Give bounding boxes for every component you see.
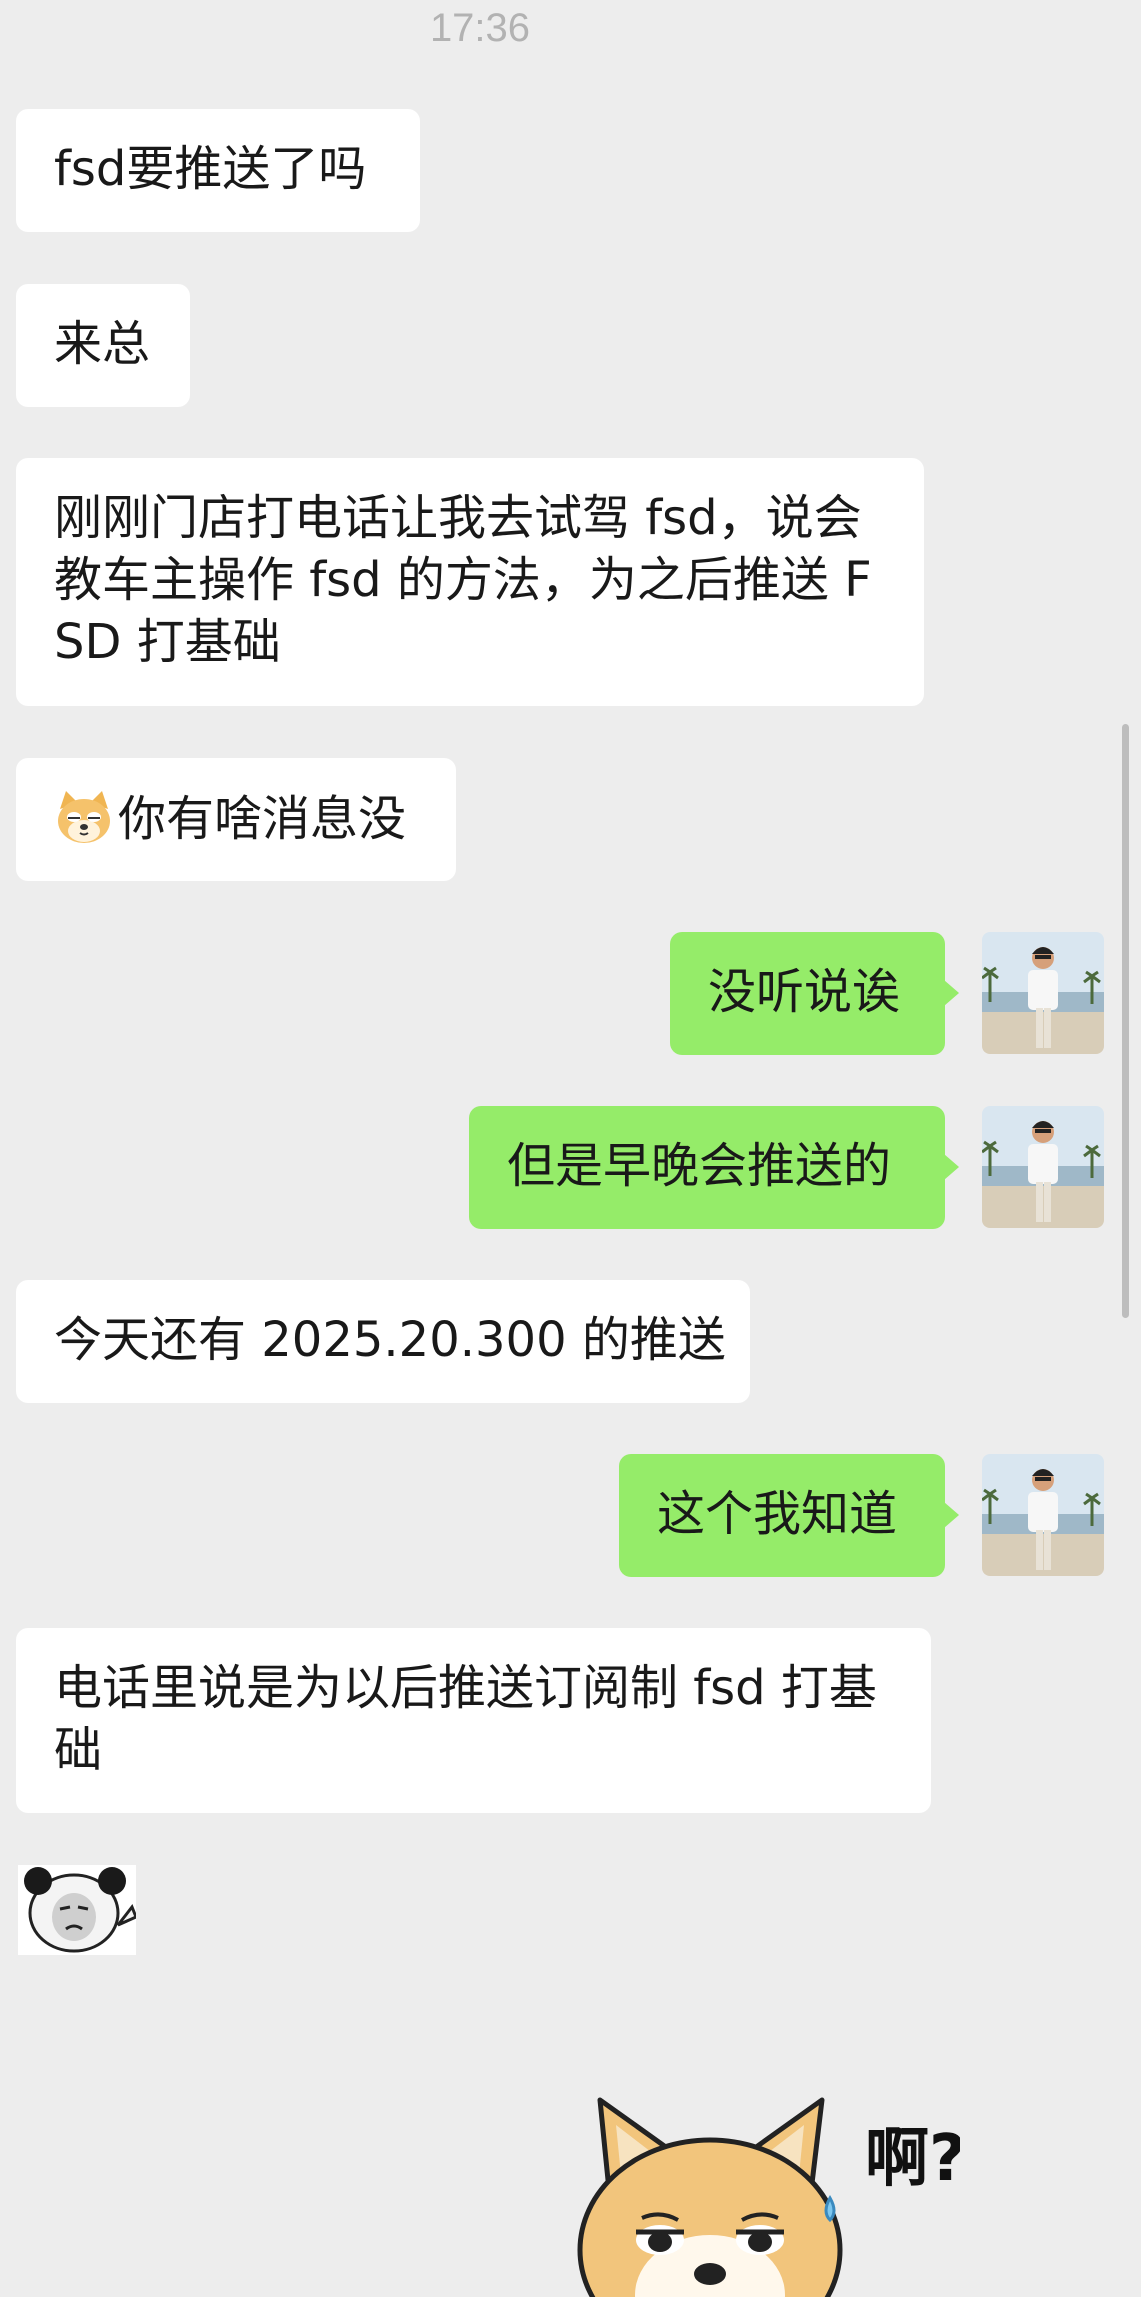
user-avatar[interactable] — [982, 1106, 1104, 1228]
message-text: 今天还有 2025.20.300 的推送 — [54, 1312, 726, 1368]
message-bubble-outgoing[interactable]: 但是早晚会推送的 — [469, 1106, 959, 1229]
message-text: 没听说诶 — [708, 964, 901, 1020]
message-text: 这个我知道 — [657, 1486, 898, 1542]
message-bubble-incoming[interactable]: fsd要推送了吗 — [16, 109, 420, 232]
doge-face-icon — [54, 787, 114, 847]
message-bubble-incoming[interactable]: 你有啥消息没 — [16, 758, 456, 881]
doge-surprised-sticker[interactable]: 啊?! — [560, 2080, 960, 2297]
message-bubble-outgoing[interactable]: 这个我知道 — [619, 1454, 959, 1577]
message-text: 但是早晚会推送的 — [507, 1138, 892, 1194]
message-timestamp: 17:36 — [429, 6, 531, 50]
message-text: 电话里说是为以后推送订阅制 fsd 打基础 — [54, 1660, 877, 1778]
message-bubble-incoming[interactable]: 来总 — [16, 284, 190, 407]
message-text: fsd要推送了吗 — [54, 141, 367, 197]
message-bubble-outgoing[interactable]: 没听说诶 — [670, 932, 959, 1055]
user-avatar[interactable] — [982, 932, 1104, 1054]
chat-scrollbar[interactable] — [1122, 724, 1129, 1318]
message-text: 来总 — [54, 316, 151, 372]
message-bubble-incoming[interactable]: 电话里说是为以后推送订阅制 fsd 打基础 — [16, 1628, 931, 1813]
message-text: 刚刚门店打电话让我去试驾 fsd，说会教车主操作 fsd 的方法，为之后推送 F… — [54, 490, 872, 670]
user-avatar[interactable] — [982, 1454, 1104, 1576]
message-text: 你有啥消息没 — [118, 791, 407, 847]
panda-meme-sticker[interactable] — [18, 1865, 138, 1955]
message-bubble-incoming[interactable]: 刚刚门店打电话让我去试驾 fsd，说会教车主操作 fsd 的方法，为之后推送 F… — [16, 458, 924, 706]
sticker-caption: 啊?! — [865, 2122, 960, 2196]
message-bubble-incoming[interactable]: 今天还有 2025.20.300 的推送 — [16, 1280, 750, 1403]
